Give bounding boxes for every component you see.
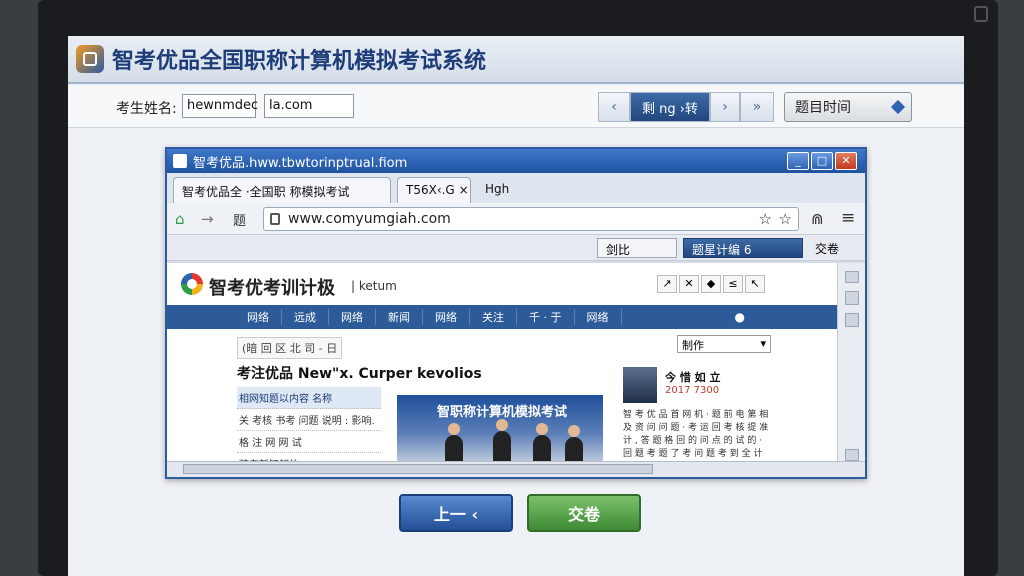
site-icon-5[interactable]: ↖ [745,275,765,293]
diamond-icon [890,99,906,115]
site-nav-item[interactable]: 网络 [235,309,282,325]
exam-header: 智考优品全国职称计算机模拟考试系统 [68,36,964,84]
browser-window-title: 智考优品.hww.tbwtorinptrual.fiom [193,155,408,171]
candidate-name-field[interactable]: hewnmdec [182,94,258,118]
submit-exam-button[interactable]: 交卷 [527,494,641,532]
right-column-title[interactable]: 今 惜 如 立 [665,369,721,385]
vertical-scrollbar[interactable] [837,263,865,465]
dropdown-select[interactable]: 制作 ▾ [677,335,771,353]
maximize-icon[interactable]: □ [811,152,833,170]
address-bar[interactable]: www.comyumgiah.com ☆ ☆ [263,207,799,231]
address-text: www.comyumgiah.com [288,211,451,227]
candidate-bar: 考生姓名: hewnmdec la.com ‹ 剩 ng ›转 › » 题目时间 [68,86,964,128]
current-question-indicator[interactable]: 剩 ng ›转 [630,92,710,122]
tab-label: 智考优品全 ·全国职 称模拟考试 [182,185,350,199]
avatar [623,367,657,403]
question-time-button[interactable]: 题目时间 [784,92,912,122]
site-nav-bar: 网络 远成 网络 新闻 网络 关注 千 · 于 网络 ● [167,305,837,329]
exam-screen: 智考优品全国职称计算机模拟考试系统 考生姓名: hewnmdec la.com … [68,36,964,576]
question-navigator: ‹ 剩 ng ›转 › » [598,92,774,122]
candidate-label: 考生姓名: [116,101,177,117]
site-nav-item[interactable]: 网络 [575,309,622,325]
search-icon[interactable]: ● [723,310,757,324]
prev-question-button[interactable]: ‹ [598,92,630,122]
next-question-button[interactable]: › [710,92,740,122]
site-nav-item[interactable]: 网络 [329,309,376,325]
horizontal-scroll-thumb[interactable] [183,464,653,474]
home-icon[interactable]: ⌂ [175,210,185,228]
site-header-icons: ↗ ✕ ◆ ≤ ↖ [657,275,765,293]
site-nav-item[interactable]: 关注 [470,309,517,325]
simulated-browser-window: 智考优品.hww.tbwtorinptrual.fiom _ □ ✕ 智考优品全… [165,147,867,479]
site-icon-3[interactable]: ◆ [701,275,721,293]
person-figure [493,419,511,465]
right-column-text: 智 考 优 品 首 网 机 · 题 前 电 第 相 及 资 问 问 题 · 考 … [623,410,769,459]
forward-label: 题 [233,214,247,229]
site-nav-item[interactable]: 网络 [423,309,470,325]
lock-icon [270,213,280,225]
exam-title: 智考优品全国职称计算机模拟考试系统 [112,49,487,74]
bookmark-star-icon[interactable]: ☆ [779,210,792,228]
sub-button-1[interactable]: 剑比 [597,238,677,258]
photo-caption: 智职称计算机模拟考试 [437,405,568,420]
extension-icon[interactable]: ⋒ [811,210,824,228]
menu-icon[interactable]: ≡ [841,208,855,228]
breadcrumb: (暗 回 区 北 司 - 日 [237,337,343,359]
close-icon[interactable]: ✕ [835,152,857,170]
site-nav-item[interactable]: 远成 [282,309,329,325]
tab-label: Hgh [485,182,510,196]
scroll-up-icon[interactable] [845,271,859,283]
question-time-label: 题目时间 [795,100,851,116]
list-item[interactable]: 相网知题以内容 名称 [237,387,381,409]
scroll-down-icon[interactable] [845,449,859,461]
tab-close-icon[interactable]: × [459,183,469,197]
browser-subtoolbar: 剑比 题星计编 6 交卷 [167,235,865,261]
forward-arrow-icon[interactable]: → [201,210,214,228]
site-icon-2[interactable]: ✕ [679,275,699,293]
article-headline[interactable]: 考注优品 New"x. Curper kevolios [237,363,482,383]
favicon-icon [173,154,187,168]
site-icon-1[interactable]: ↗ [657,275,677,293]
list-item[interactable]: 格 注 网 网 试 [237,431,381,453]
candidate-id-field[interactable]: la.com [264,94,354,118]
site-icon-4[interactable]: ≤ [723,275,743,293]
star-icon[interactable]: ☆ [759,210,772,228]
chevron-down-icon: ▾ [760,337,766,350]
previous-question-button[interactable]: 上一 ‹ [399,494,513,532]
browser-titlebar: 智考优品.hww.tbwtorinptrual.fiom [167,149,865,173]
sub-button-2[interactable]: 题星计编 6 [683,238,803,258]
web-page-content: 智考优考训计极 | ketum ↗ ✕ ◆ ≤ ↖ 网络 远成 网络 新闻 网络… [167,263,837,465]
browser-tab-exam[interactable]: 智考优品全 ·全国职 称模拟考试 [173,177,391,203]
browser-toolbar: ⌂ → 题 www.comyumgiah.com ☆ ☆ ⋒ ≡ [167,203,865,235]
list-item[interactable]: 关 考核 书考 问题 说明 : 影响. [237,409,381,431]
news-photo[interactable]: 智职称计算机模拟考试 [397,395,603,465]
site-header: 智考优考训计极 | ketum ↗ ✕ ◆ ≤ ↖ [167,263,837,305]
browser-tab-strip: 智考优品全 ·全国职 称模拟考试 T56X‹.G × Hgh [167,173,865,203]
site-nav-item[interactable]: 千 · 于 [517,309,575,325]
site-logo-icon [181,273,203,295]
last-question-button[interactable]: » [740,92,774,122]
horizontal-scrollbar[interactable] [167,461,865,477]
right-column-date: 2017 7300 [665,385,720,396]
sub-button-submit[interactable]: 交卷 [807,238,853,258]
scroll-thumb[interactable] [845,291,859,305]
site-subtitle: | ketum [351,279,397,293]
browser-tab-second[interactable]: T56X‹.G × [397,177,471,203]
site-nav-item[interactable]: 新闻 [376,309,423,325]
left-link-list: 相网知题以内容 名称 关 考核 书考 问题 说明 : 影响. 格 注 网 网 试… [237,387,381,465]
browser-tab-third[interactable]: Hgh [477,177,527,203]
power-button-icon [974,6,988,22]
dropdown-value: 制作 [682,339,704,352]
site-name: 智考优考训计极 [209,278,335,299]
scroll-thumb-secondary[interactable] [845,313,859,327]
tab-label: T56X‹.G [406,183,455,197]
minimize-icon[interactable]: _ [787,152,809,170]
exam-logo-icon [76,45,104,73]
